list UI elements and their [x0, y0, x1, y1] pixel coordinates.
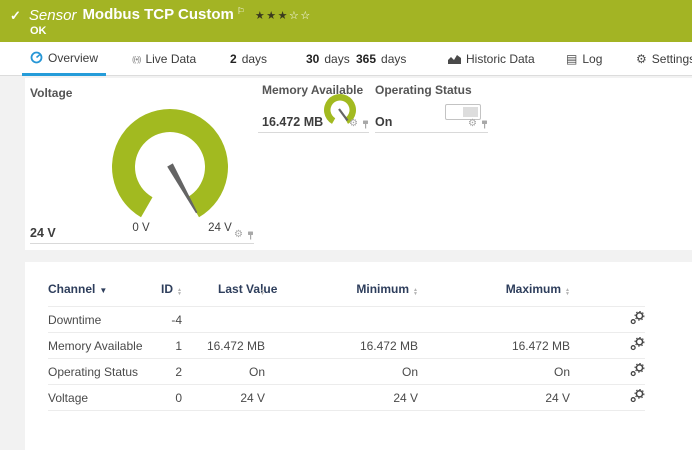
cell-id: 2 [148, 359, 182, 385]
cell-maximum: 24 V [418, 385, 570, 411]
sensor-name: Modbus TCP Custom [82, 6, 233, 23]
tab-label: Overview [48, 51, 98, 65]
col-header-minimum[interactable]: Minimum▲▼ [265, 282, 418, 307]
sort-icon[interactable]: ▲▼ [260, 288, 265, 296]
voltage-panel-title: Voltage [30, 86, 72, 100]
tab-label: Log [582, 52, 602, 66]
operating-status-panel: Operating Status On ⚙ [375, 83, 488, 133]
tab-settings[interactable]: ⚙ Settings [628, 42, 692, 76]
col-header-last-value[interactable]: Last Value▲▼ [182, 282, 265, 307]
tab-historic-data[interactable]: Historic Data [440, 42, 543, 76]
col-header-actions [570, 282, 645, 307]
cell-last-value: 24 V [182, 385, 265, 411]
live-data-icon: ((•)) [132, 55, 140, 64]
tab-label: days [242, 52, 267, 66]
cell-maximum: On [418, 359, 570, 385]
table-header-row: Channel▼ ID▲▼ Last Value▲▼ Minimum▲▼ Max… [48, 282, 645, 307]
cell-channel: Memory Available [48, 333, 148, 359]
cell-maximum [418, 307, 570, 333]
cell-id: 0 [148, 385, 182, 411]
sensor-header: ✓ Sensor Modbus TCP Custom ⚐ ★★★☆☆ OK [0, 0, 692, 42]
tab-365-days[interactable]: 365 days [348, 42, 414, 76]
priority-flag-icon[interactable]: ⚐ [237, 6, 245, 17]
sort-icon[interactable]: ▲▼ [565, 288, 570, 296]
gear-icon[interactable]: ⚙ [234, 230, 243, 240]
cell-maximum: 16.472 MB [418, 333, 570, 359]
pin-icon[interactable] [247, 231, 254, 240]
gauge-needle [167, 163, 197, 213]
tab-2-days[interactable]: 2 days [222, 42, 275, 76]
memory-value-row: 16.472 MB ⚙ [258, 115, 369, 133]
cell-minimum: On [265, 359, 418, 385]
col-header-channel[interactable]: Channel▼ [48, 282, 148, 307]
ok-check-icon: ✓ [10, 8, 21, 24]
log-list-icon: ▤ [566, 52, 577, 66]
edit-channel-icon[interactable] [630, 311, 645, 325]
sort-desc-icon[interactable]: ▼ [99, 286, 107, 295]
channels-table: Channel▼ ID▲▼ Last Value▲▼ Minimum▲▼ Max… [48, 282, 645, 411]
tab-number: 30 [306, 52, 319, 66]
pin-icon[interactable] [481, 120, 488, 129]
memory-value: 16.472 MB [258, 115, 323, 129]
table-row: Memory Available 1 16.472 MB 16.472 MB 1… [48, 333, 645, 359]
operating-value: On [375, 115, 392, 129]
edit-channel-icon[interactable] [630, 389, 645, 403]
tab-label: Settings [652, 52, 692, 66]
cell-channel: Operating Status [48, 359, 148, 385]
edit-channel-icon[interactable] [630, 337, 645, 351]
cell-minimum: 16.472 MB [265, 333, 418, 359]
priority-stars[interactable]: ★★★☆☆ [255, 9, 312, 22]
gear-icon: ⚙ [636, 52, 647, 66]
tab-bar: Overview ((•)) Live Data 2 days 30 days … [0, 42, 692, 76]
cell-id: -4 [148, 307, 182, 333]
stars-empty[interactable]: ☆☆ [289, 10, 312, 22]
cell-id: 1 [148, 333, 182, 359]
table-row: Voltage 0 24 V 24 V 24 V [48, 385, 645, 411]
overview-gauges-card: Voltage 0 V 24 V 24 V ⚙ Memory Available… [25, 78, 692, 250]
tab-number: 365 [356, 52, 376, 66]
pin-icon[interactable] [362, 120, 369, 129]
voltage-value-row: 24 V ⚙ [30, 225, 254, 244]
col-header-maximum[interactable]: Maximum▲▼ [418, 282, 570, 307]
channels-table-card: Channel▼ ID▲▼ Last Value▲▼ Minimum▲▼ Max… [25, 262, 692, 450]
edit-channel-icon[interactable] [630, 363, 645, 377]
voltage-value: 24 V [30, 226, 56, 240]
tab-live-data[interactable]: ((•)) Live Data [124, 42, 204, 76]
operating-panel-title: Operating Status [375, 83, 488, 97]
table-row: Downtime -4 [48, 307, 645, 333]
table-row: Operating Status 2 On On On [48, 359, 645, 385]
cell-last-value: On [182, 359, 265, 385]
sort-icon[interactable]: ▲▼ [177, 288, 182, 296]
area-chart-icon [448, 54, 461, 64]
gear-icon[interactable]: ⚙ [349, 119, 358, 129]
col-header-id[interactable]: ID▲▼ [148, 282, 182, 307]
stars-filled[interactable]: ★★★ [255, 10, 289, 22]
sensor-status-badge: OK [30, 25, 47, 37]
tab-overview[interactable]: Overview [22, 42, 106, 76]
tab-label: Live Data [145, 52, 196, 66]
operating-value-row: On ⚙ [375, 115, 488, 133]
gauge-icon [30, 51, 43, 64]
cell-minimum [265, 307, 418, 333]
cell-minimum: 24 V [265, 385, 418, 411]
cell-channel: Downtime [48, 307, 148, 333]
cell-channel: Voltage [48, 385, 148, 411]
gear-icon[interactable]: ⚙ [468, 119, 477, 129]
tab-label: Historic Data [466, 52, 535, 66]
cell-last-value [182, 307, 265, 333]
tab-label: days [324, 52, 349, 66]
voltage-gauge [95, 95, 245, 223]
tab-number: 2 [230, 52, 237, 66]
cell-last-value: 16.472 MB [182, 333, 265, 359]
object-kind-label: Sensor [29, 7, 77, 24]
sort-icon[interactable]: ▲▼ [413, 288, 418, 296]
memory-panel: Memory Available 16.472 MB ⚙ [262, 83, 369, 133]
tab-label: days [381, 52, 406, 66]
tab-log[interactable]: ▤ Log [558, 42, 610, 76]
sensor-title-row: ✓ Sensor Modbus TCP Custom ⚐ ★★★☆☆ [10, 6, 312, 24]
